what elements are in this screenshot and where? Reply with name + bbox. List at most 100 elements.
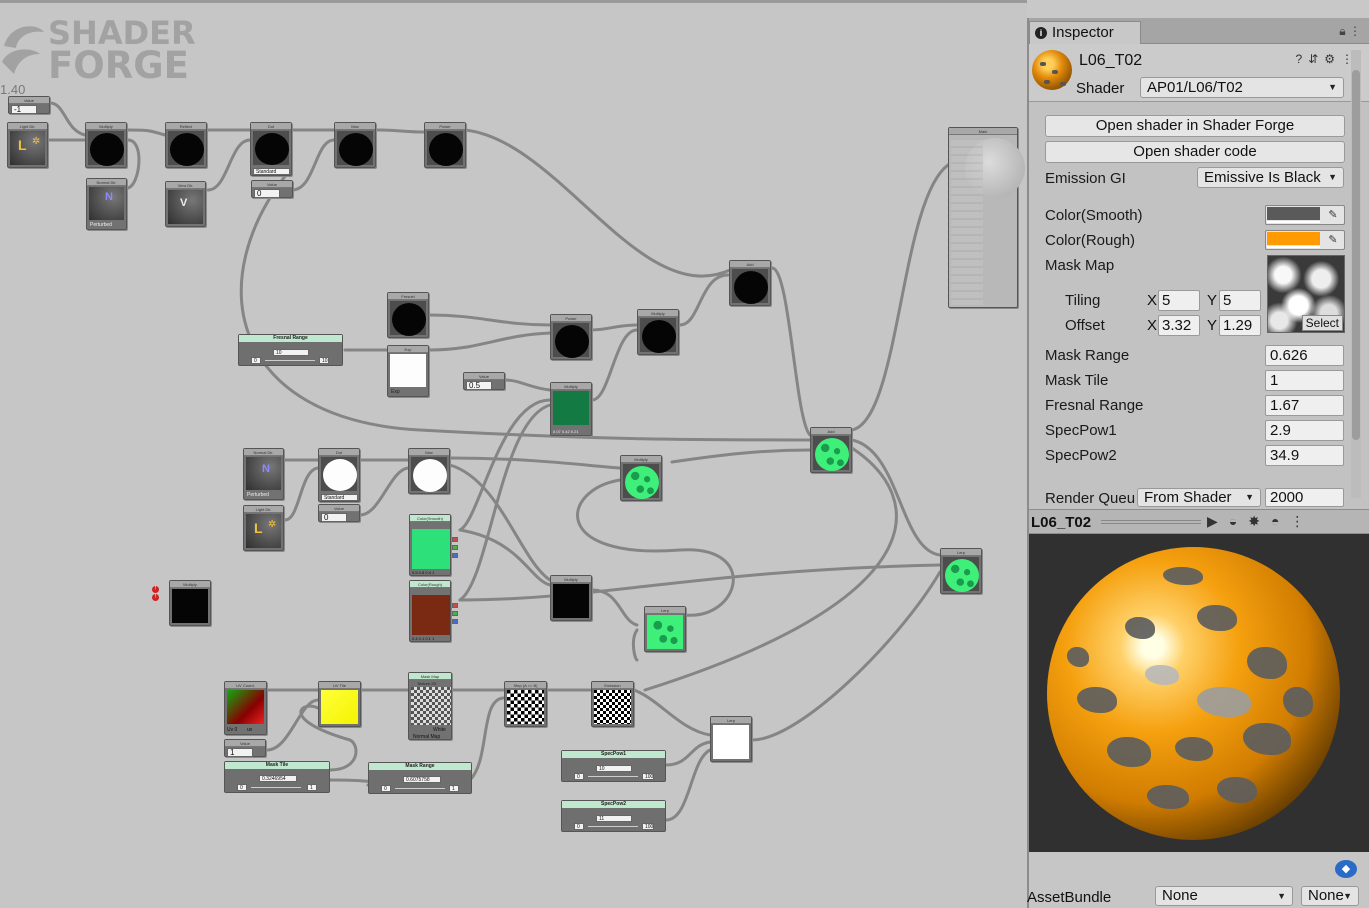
open-shader-code-button[interactable]: Open shader code (1045, 141, 1345, 163)
node-lerp-white[interactable]: Lerp (710, 716, 752, 762)
slider-max[interactable]: 1 (449, 785, 459, 792)
color-rough-field[interactable]: ✎ (1265, 230, 1345, 250)
port-r[interactable] (452, 537, 458, 542)
node-color-smooth[interactable]: Color(Smooth) 0.5 0.8 0.4 1 (409, 514, 458, 576)
value-field[interactable]: 0 (321, 513, 347, 522)
node-normal-dir-2[interactable]: Normal Dir. N Perturbed (243, 448, 284, 500)
node-add-1[interactable]: Add (729, 260, 771, 306)
color-smooth-swatch[interactable] (412, 529, 450, 569)
slider-min[interactable]: 0 (381, 785, 391, 792)
slider-max[interactable]: 10 (319, 357, 329, 364)
slider-min[interactable]: 0 (251, 357, 261, 364)
slider-track[interactable] (251, 787, 301, 788)
normal-map-checkbox[interactable]: Normal Map (413, 734, 440, 740)
node-dot-2[interactable]: Dot Standard (318, 448, 360, 502)
node-main[interactable]: Main (948, 127, 1025, 308)
node-step[interactable]: Step (A <= B) (504, 681, 547, 727)
node-fresnal-range-slider[interactable]: Fresnal Range 10 0 10 (238, 334, 343, 366)
slider-value[interactable]: 10 (273, 349, 309, 356)
preview-drag-handle[interactable] (1101, 520, 1201, 524)
slider-track[interactable] (588, 826, 638, 827)
mask-map-preview[interactable] (411, 687, 451, 725)
node-power-2[interactable]: Power (550, 314, 592, 360)
dot-mode-select[interactable]: Standard (321, 494, 358, 501)
slider-value[interactable]: 0.3246954 (259, 775, 297, 782)
slider-value[interactable]: 10 (596, 765, 632, 772)
node-value-half[interactable]: Value 0.5 (463, 372, 505, 390)
perturbed-checkbox[interactable]: Perturbed (90, 222, 112, 228)
value-field[interactable]: 0.5 (466, 381, 492, 390)
node-graph-canvas[interactable]: SHADER FORGE 1.40 Value -1 Light Dir. L … (0, 0, 1027, 908)
node-mask-map[interactable]: Mask Map Texture 2D White Normal Map (408, 672, 452, 740)
mask-sampler-select[interactable]: White (433, 727, 446, 733)
value-field[interactable]: 1 (227, 748, 253, 757)
mask-range-field[interactable]: 0.626 (1265, 345, 1344, 366)
slider-min[interactable]: 0 (237, 784, 247, 791)
material-preview[interactable] (1029, 534, 1369, 852)
mask-map-texture-slot[interactable]: Select (1267, 255, 1345, 333)
node-value-zero-b[interactable]: Value 0 (318, 504, 360, 522)
port-b[interactable] (452, 619, 458, 624)
node-mask-tile-slider[interactable]: Mask Tile 0.3246954 0 1 (224, 761, 330, 793)
render-queue-dropdown[interactable]: From Shader ▼ (1137, 488, 1261, 507)
node-power-1[interactable]: Power (424, 122, 466, 168)
slider-track[interactable] (265, 360, 315, 361)
dot-mode-select[interactable]: Standard (253, 168, 290, 175)
node-lerp-2[interactable]: Lerp (940, 548, 982, 594)
node-value-neg[interactable]: Value -1 (8, 96, 50, 114)
node-normal-dir-1[interactable]: Normal Dir. N Perturbed (86, 178, 127, 230)
port-b[interactable] (452, 553, 458, 558)
mask-tile-field[interactable]: 1 (1265, 370, 1344, 391)
node-max-1[interactable]: Max (334, 122, 376, 168)
eyedropper-icon[interactable]: ✎ (1324, 233, 1342, 247)
slider-track[interactable] (395, 788, 445, 789)
node-uv-coord[interactable]: UV Coord. Uv 0 uv (224, 681, 267, 735)
slider-min[interactable]: 0 (574, 773, 584, 780)
slider-max[interactable]: 100 (642, 773, 654, 780)
node-multiply-camo[interactable]: Multiply (620, 455, 662, 501)
fresnal-range-field[interactable]: 1.67 (1265, 395, 1344, 416)
exp-mode-select[interactable]: Exp (391, 389, 400, 395)
emission-gi-dropdown[interactable]: Emissive Is Black ▼ (1197, 167, 1344, 188)
specpow2-field[interactable]: 34.9 (1265, 445, 1344, 466)
node-add-2[interactable]: Add (810, 427, 852, 473)
value-field[interactable]: 0 (254, 189, 280, 198)
node-multiply-green[interactable]: Multiply 0.07 0.42 0.21 (550, 382, 592, 436)
node-color-rough[interactable]: Color(Rough) 0.4 0.1 0.1 1 (409, 580, 458, 642)
color-rough-swatch[interactable] (412, 595, 450, 635)
node-dot-1[interactable]: Dot Standard (250, 122, 292, 176)
tag-icon[interactable]: ◆ (1335, 860, 1357, 878)
node-specpow1-slider[interactable]: SpecPow1 10 0 100 (561, 750, 666, 782)
node-uv-tile[interactable]: UV Tile (318, 681, 361, 727)
slider-value[interactable]: 11 (596, 815, 632, 822)
material-thumbnail[interactable] (1032, 50, 1072, 90)
uv-mode-select[interactable]: uv (247, 727, 252, 733)
specpow1-field[interactable]: 2.9 (1265, 420, 1344, 441)
offset-y-field[interactable]: 1.29 (1219, 315, 1261, 336)
node-light-dir-2[interactable]: Light Dir. L ✲ (243, 505, 284, 551)
uv-channel-select[interactable]: Uv 0 (227, 727, 237, 733)
slider-max[interactable]: 1 (307, 784, 317, 791)
help-settings-icons[interactable]: ?⇵⚙⋮ (1296, 52, 1360, 66)
inspector-scrollbar[interactable] (1351, 50, 1361, 498)
perturbed-checkbox[interactable]: Perturbed (247, 492, 269, 498)
port-r[interactable] (452, 603, 458, 608)
node-reflect[interactable]: Reflect (165, 122, 207, 168)
slider-min[interactable]: 0 (574, 823, 584, 830)
offset-x-field[interactable]: 3.32 (1158, 315, 1200, 336)
node-specpow2-slider[interactable]: SpecPow2 11 0 100 (561, 800, 666, 832)
preview-controls[interactable]: ▶◒✸◓⋮ (1207, 513, 1315, 530)
node-lerp-1[interactable]: Lerp (644, 606, 686, 652)
node-multiply-lone[interactable]: Multiply (169, 580, 211, 626)
node-mask-range-slider[interactable]: Mask Range 0.6075758 0 1 (368, 762, 472, 794)
assetbundle-dropdown[interactable]: None ▼ (1155, 886, 1293, 906)
shader-dropdown[interactable]: AP01/L06/T02 ▼ (1140, 77, 1344, 98)
port-g[interactable] (452, 545, 458, 550)
slider-value[interactable]: 0.6075758 (403, 776, 441, 783)
node-view-dir[interactable]: View Dir. V (165, 181, 206, 227)
node-fresnel[interactable]: Fresnel (387, 292, 429, 338)
assetbundle-variant-dropdown[interactable]: None ▼ (1301, 886, 1359, 906)
tab-inspector[interactable]: i Inspector (1029, 21, 1141, 44)
node-light-dir[interactable]: Light Dir. L ✲ (7, 122, 48, 168)
node-max-2[interactable]: Max (408, 448, 450, 494)
